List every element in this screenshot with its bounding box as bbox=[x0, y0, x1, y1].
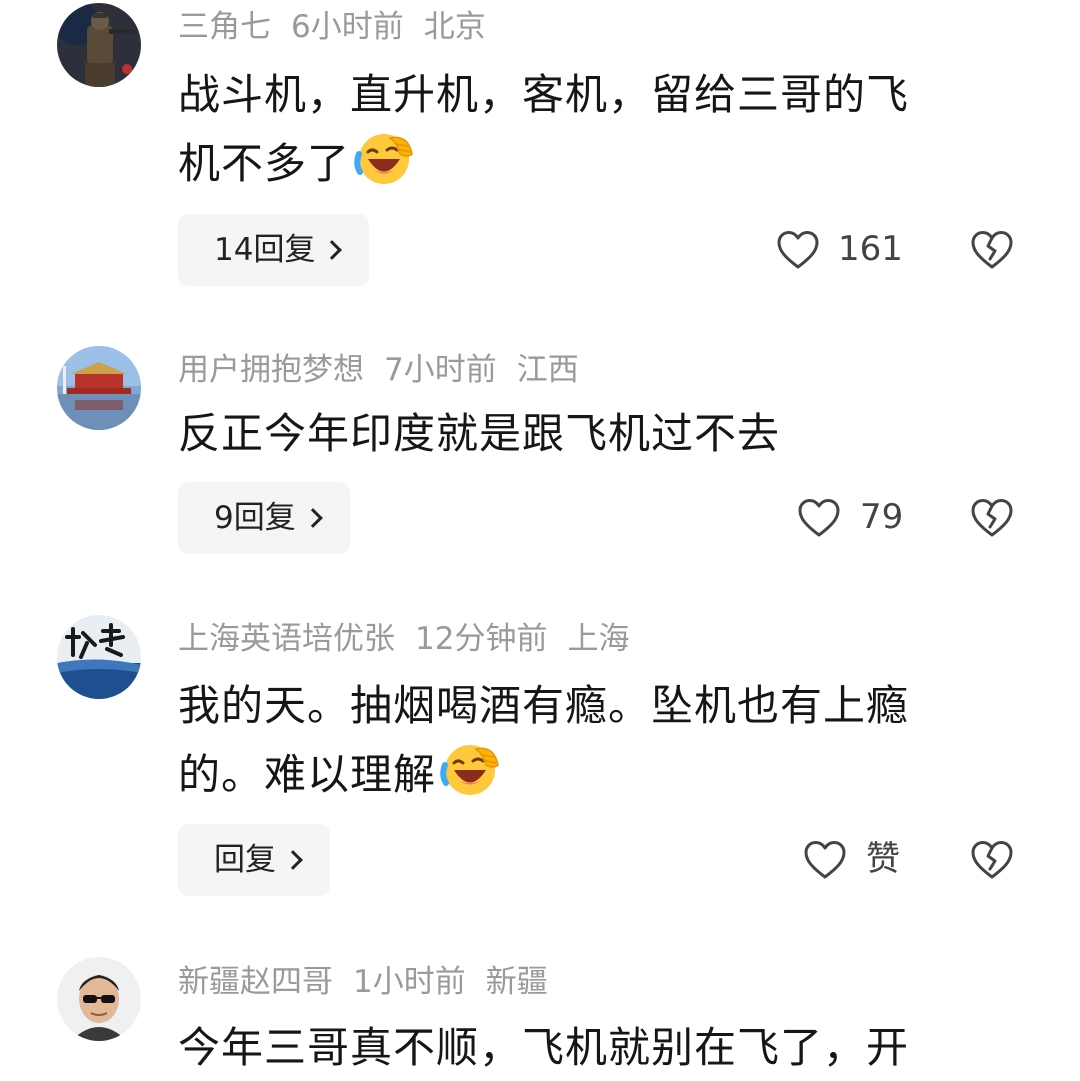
avatar[interactable] bbox=[57, 957, 141, 1041]
location: 江西 bbox=[516, 352, 579, 388]
username[interactable]: 新疆赵四哥 bbox=[178, 964, 333, 1000]
broken-heart-icon[interactable] bbox=[970, 838, 1014, 882]
username[interactable]: 用户拥抱梦想 bbox=[178, 352, 364, 388]
broken-heart-icon[interactable] bbox=[970, 228, 1014, 272]
view-replies-button[interactable]: 14回复 bbox=[178, 214, 370, 286]
view-replies-button[interactable]: 9回复 bbox=[178, 482, 350, 554]
comment-text: 反正今年印度就是跟飞机过不去 bbox=[178, 401, 1008, 467]
comment-text-line: 今年三哥真不顺，飞机就别在飞了，开 bbox=[178, 1023, 910, 1072]
reply-count-label: 9回复 bbox=[214, 500, 296, 536]
comment-text-line: 机不多了 bbox=[178, 139, 351, 188]
timestamp: 7小时前 bbox=[384, 352, 497, 388]
reply-label: 回复 bbox=[214, 842, 276, 878]
avatar[interactable] bbox=[57, 3, 141, 87]
like-label: 赞 bbox=[866, 839, 900, 879]
timestamp: 1小时前 bbox=[353, 964, 466, 1000]
location: 上海 bbox=[567, 621, 630, 657]
heart-outline-icon[interactable] bbox=[797, 496, 841, 540]
comment-meta: 上海英语培优张 12分钟前 上海 bbox=[178, 619, 649, 659]
laughing-crying-emoji-icon bbox=[354, 128, 414, 188]
broken-heart-icon[interactable] bbox=[970, 496, 1014, 540]
comment-meta: 用户拥抱梦想 7小时前 江西 bbox=[178, 350, 599, 390]
comment-meta: 三角七 6小时前 北京 bbox=[178, 7, 506, 47]
comment-text-line: 反正今年印度就是跟飞机过不去 bbox=[178, 409, 781, 458]
comment-text-line: 的。难以理解 bbox=[178, 750, 437, 799]
comment-text: 战斗机，直升机，客机，留给三哥的飞 机不多了 bbox=[178, 62, 1008, 197]
comment-text-line: 战斗机，直升机，客机，留给三哥的飞 bbox=[178, 70, 910, 119]
reply-button[interactable]: 回复 bbox=[178, 824, 330, 896]
location: 新疆 bbox=[485, 964, 548, 1000]
laughing-crying-emoji-icon bbox=[440, 739, 500, 799]
heart-outline-icon[interactable] bbox=[803, 838, 847, 882]
location: 北京 bbox=[423, 9, 486, 45]
chevron-right-icon bbox=[302, 508, 323, 528]
reply-count-label: 14回复 bbox=[214, 232, 316, 268]
comment-text-line: 我的天。抽烟喝酒有瘾。坠机也有上瘾 bbox=[178, 681, 910, 730]
chevron-right-icon bbox=[322, 240, 343, 260]
like-count: 161 bbox=[838, 229, 903, 269]
username[interactable]: 三角七 bbox=[178, 9, 271, 45]
timestamp: 6小时前 bbox=[291, 9, 404, 45]
username[interactable]: 上海英语培优张 bbox=[178, 621, 395, 657]
comment-text: 今年三哥真不顺，飞机就别在飞了，开 bbox=[178, 1015, 1008, 1081]
heart-outline-icon[interactable] bbox=[776, 228, 820, 272]
comment-meta: 新疆赵四哥 1小时前 新疆 bbox=[178, 962, 568, 1002]
chevron-right-icon bbox=[283, 850, 303, 870]
comment-text: 我的天。抽烟喝酒有瘾。坠机也有上瘾 的。难以理解 bbox=[178, 673, 1008, 808]
avatar[interactable] bbox=[57, 346, 141, 430]
avatar[interactable] bbox=[57, 615, 141, 699]
timestamp: 12分钟前 bbox=[415, 621, 548, 657]
like-count: 79 bbox=[860, 497, 904, 537]
